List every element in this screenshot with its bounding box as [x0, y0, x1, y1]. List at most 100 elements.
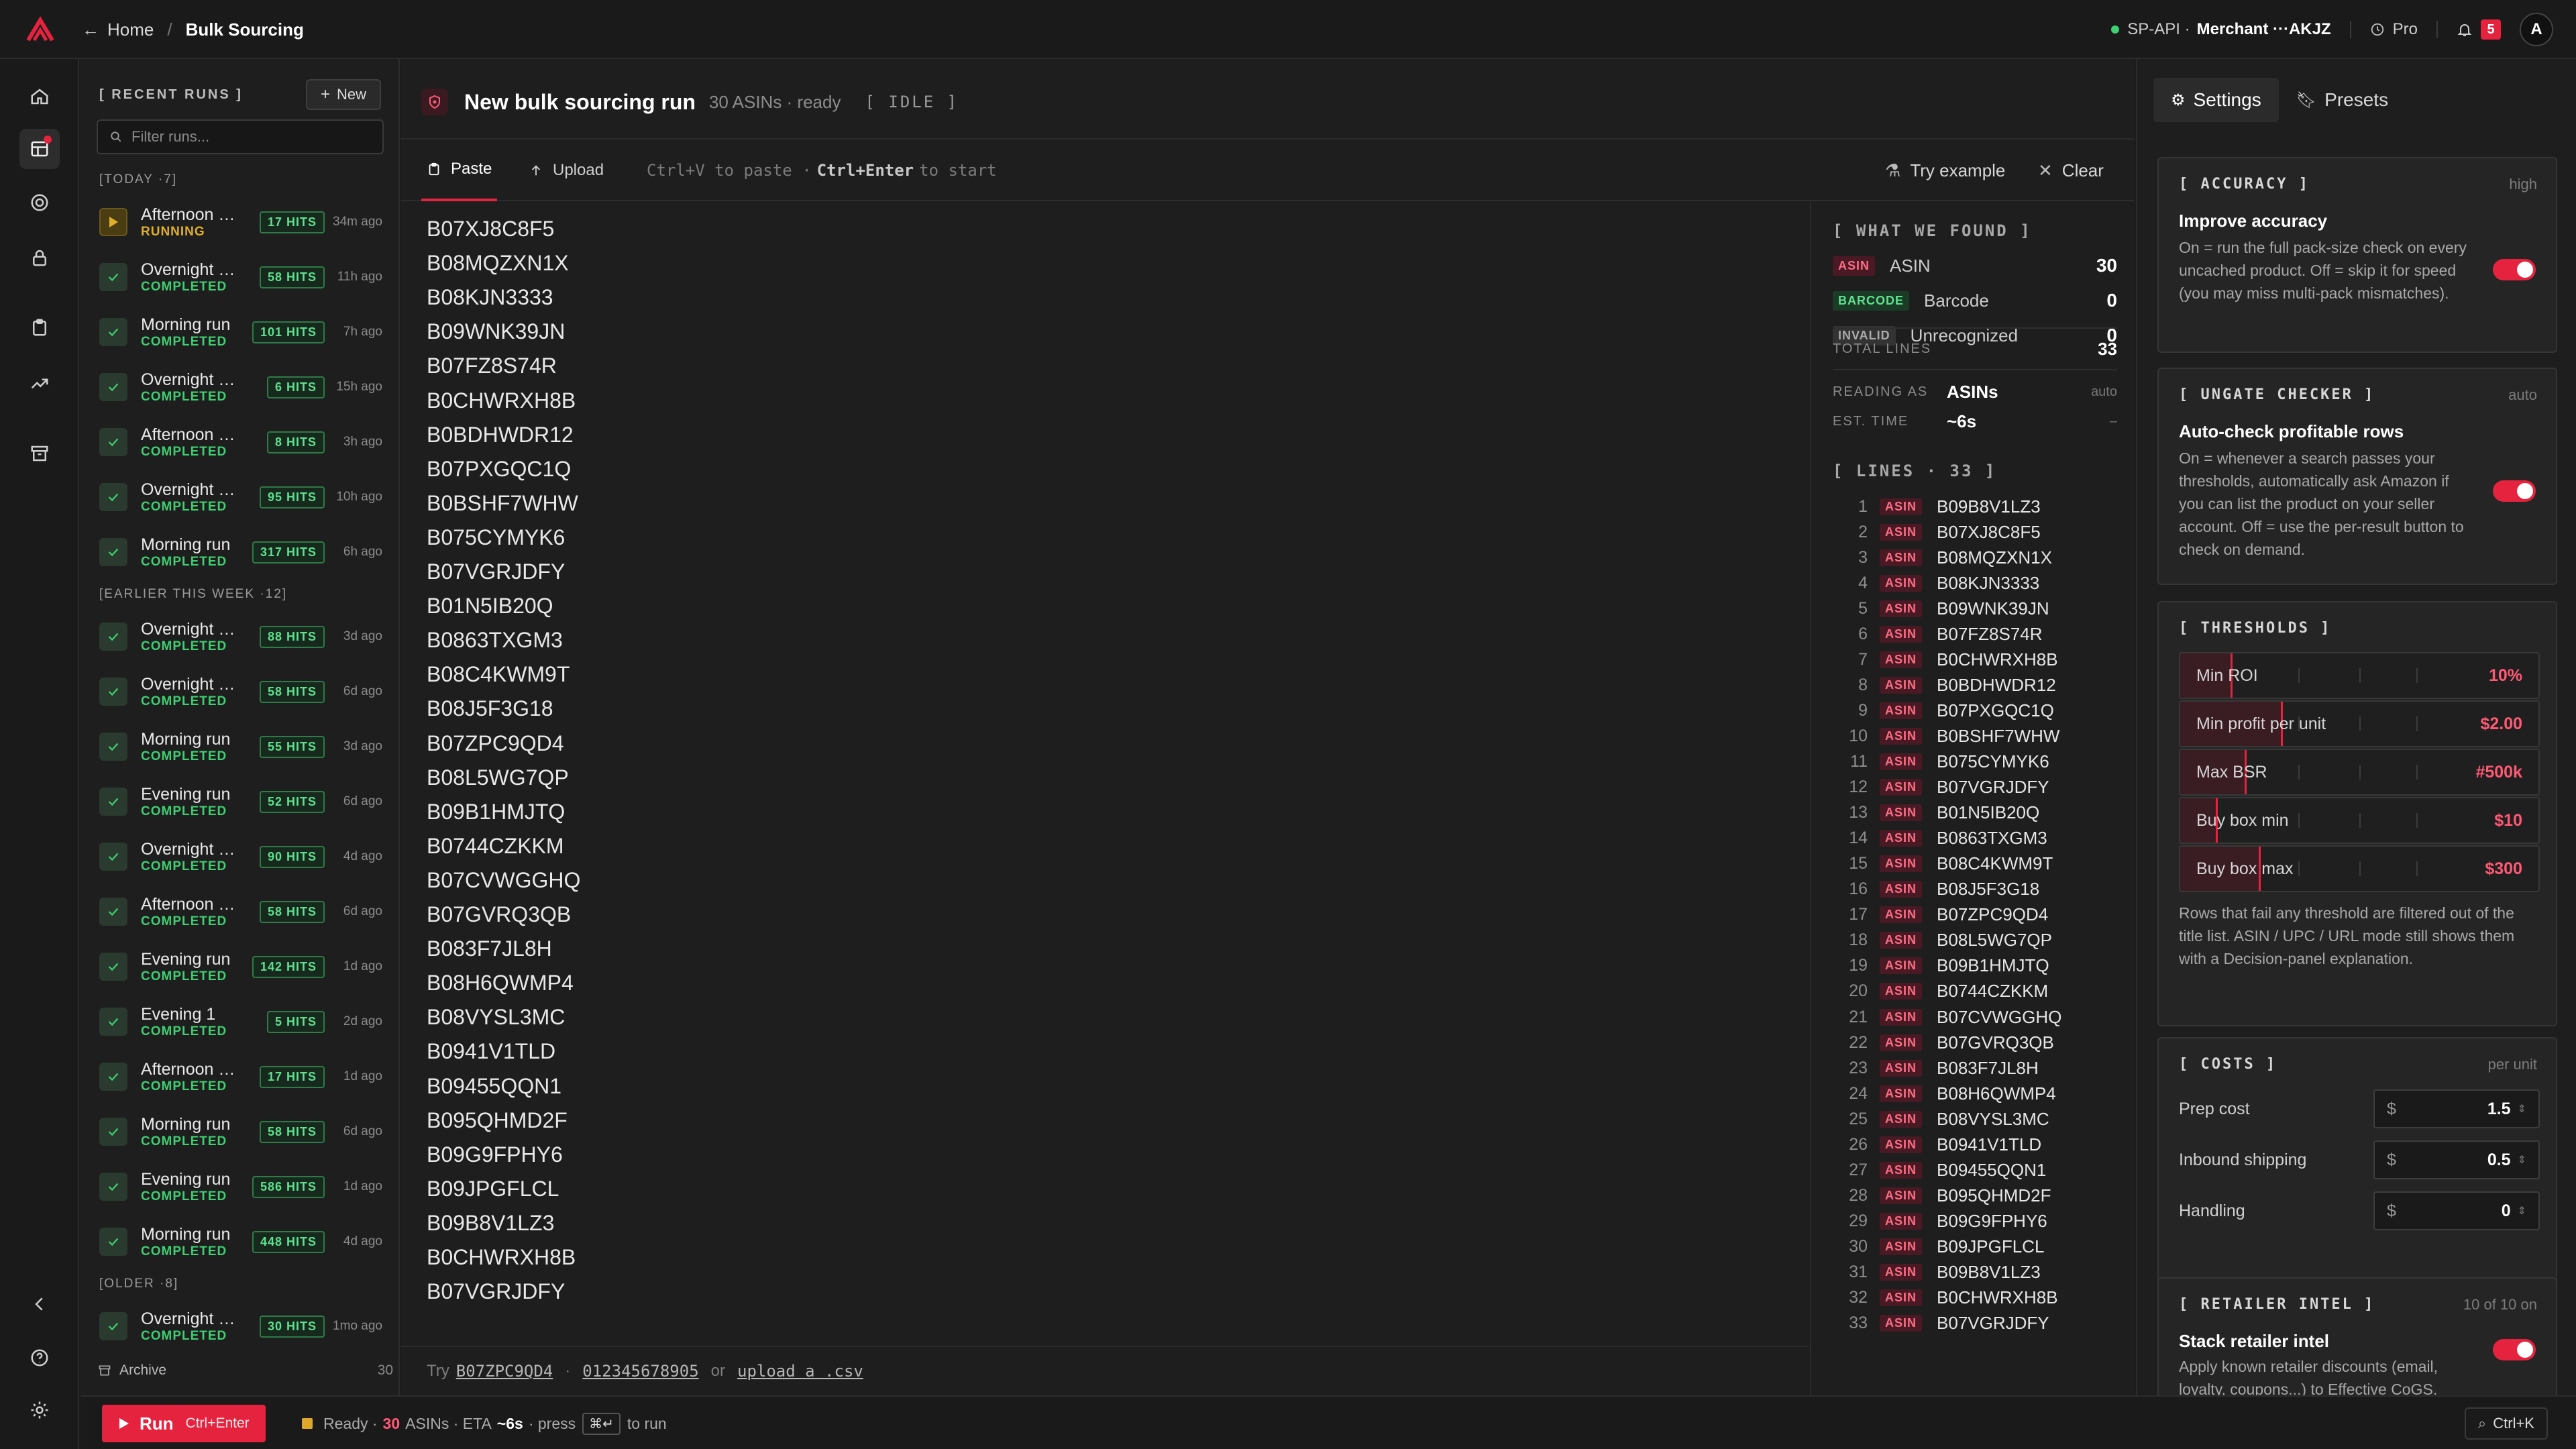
run-list-item[interactable]: Afternoon run RUNNING 17 HITS 34m ago: [97, 195, 385, 250]
reading-as-label: READING AS: [1833, 384, 1929, 399]
cost-row: Handling $0 ⇕: [2179, 1191, 2540, 1230]
threshold-slider[interactable]: Min profit per unit $2.00: [2179, 700, 2540, 747]
nav-home[interactable]: [19, 76, 60, 117]
run-list-item[interactable]: Afternoon run COMPLETED 8 HITS 3h ago: [97, 415, 385, 470]
tab-upload[interactable]: Upload: [529, 140, 604, 201]
pasted-line: B08MQZXN1X: [427, 251, 569, 276]
retailer-toggle[interactable]: [2493, 1339, 2536, 1360]
run-state: COMPLETED: [141, 1079, 227, 1093]
run-list-item[interactable]: Overnight run COMPLETED 95 HITS 10h ago: [97, 470, 385, 525]
accuracy-header: [ ACCURACY ]: [2179, 176, 2310, 193]
filter-runs-input[interactable]: [131, 128, 373, 146]
run-list-item[interactable]: Overnight run COMPLETED 6 HITS 15h ago: [97, 360, 385, 415]
line-number: 9: [1858, 700, 1868, 720]
run-list-item[interactable]: Overnight run COMPLETED 88 HITS 3d ago: [97, 609, 385, 664]
collapse-sidebar-button[interactable]: [19, 1284, 60, 1324]
line-number: 29: [1849, 1211, 1868, 1230]
stepper-icon[interactable]: ⇕: [2518, 1153, 2526, 1167]
notifications-button[interactable]: 5: [2457, 19, 2501, 40]
pasted-line: B07PXGQC1Q: [427, 456, 572, 481]
paste-textarea[interactable]: B07XJ8C8F5 B08MQZXN1X B08KJN3333 B09WNK39JN…: [401, 203, 1809, 1346]
run-list-item[interactable]: Morning run COMPLETED 448 HITS 4d ago: [97, 1214, 385, 1269]
run-list-item[interactable]: Morning run COMPLETED 55 HITS 3d ago: [97, 719, 385, 774]
tab-presets[interactable]: 🔖︎ Presets: [2279, 78, 2406, 122]
top-right-status: SP-API · Merchant ···AKJZ Pro 5 A: [2111, 12, 2553, 47]
line-number: 31: [1849, 1263, 1868, 1281]
tab-settings[interactable]: ⚙ Settings: [2153, 78, 2279, 122]
threshold-slider[interactable]: Buy box max $300: [2179, 845, 2540, 892]
nav-bulk-sourcing[interactable]: [19, 129, 60, 169]
clear-button[interactable]: ✕ Clear: [2038, 140, 2104, 201]
run-list-item[interactable]: Evening run COMPLETED 142 HITS 1d ago: [97, 939, 385, 994]
run-state: COMPLETED: [141, 1134, 227, 1148]
check-icon: [99, 623, 127, 651]
pasted-line: B07XJ8C8F5: [427, 217, 555, 241]
breadcrumb-home-link[interactable]: ← Home: [82, 19, 154, 40]
run-list-item[interactable]: Afternoon run COMPLETED 17 HITS 1d ago: [97, 1049, 385, 1104]
nav-clipboard[interactable]: [19, 307, 60, 347]
cost-input[interactable]: $0.5 ⇕: [2373, 1140, 2540, 1179]
cost-input[interactable]: $0 ⇕: [2373, 1191, 2540, 1230]
retailer-header: [ RETAILER INTEL ]: [2179, 1296, 2375, 1313]
run-button[interactable]: Run Ctrl+Enter: [102, 1405, 266, 1442]
plan-indicator[interactable]: Pro: [2370, 20, 2418, 39]
merchant-id[interactable]: Merchant ···AKJZ: [2197, 20, 2331, 39]
type-tag: ASIN: [1880, 523, 1923, 541]
run-list-item[interactable]: Overnight run COMPLETED 58 HITS 6d ago: [97, 664, 385, 719]
stepper-icon[interactable]: ⇕: [2518, 1204, 2526, 1218]
line-asin: B09B8V1LZ3: [1937, 496, 2041, 517]
nav-trends[interactable]: [19, 364, 60, 404]
tab-presets-label: Presets: [2324, 89, 2389, 110]
type-tag: ASIN: [1880, 1212, 1923, 1230]
run-list-item[interactable]: Morning run COMPLETED 58 HITS 6d ago: [97, 1104, 385, 1159]
run-list-item[interactable]: Morning run COMPLETED 101 HITS 7h ago: [97, 305, 385, 360]
line-asin: B08J5F3G18: [1937, 879, 2040, 900]
found-row: BARCODE Barcode 0: [1833, 287, 2117, 314]
type-tag: ASIN: [1880, 651, 1923, 668]
example-barcode-link[interactable]: 012345678905: [582, 1362, 698, 1381]
user-avatar[interactable]: A: [2520, 13, 2553, 46]
run-list-item[interactable]: Afternoon run COMPLETED 58 HITS 6d ago: [97, 884, 385, 939]
run-list-item[interactable]: Overnight run COMPLETED 90 HITS 4d ago: [97, 829, 385, 884]
run-list-item[interactable]: Overnight run COMPLETED 58 HITS 11h ago: [97, 250, 385, 305]
cost-input[interactable]: $1.5 ⇕: [2373, 1089, 2540, 1128]
threshold-value: $10: [2494, 810, 2522, 830]
run-text: Morning run COMPLETED: [141, 315, 240, 350]
line-row: 17 ASIN B07ZPC9QD4: [1833, 902, 2117, 928]
run-list-item[interactable]: Evening run COMPLETED 52 HITS 6d ago: [97, 774, 385, 829]
main-panel: New bulk sourcing run 30 ASINs · ready […: [401, 59, 2135, 1395]
run-list-item[interactable]: Overnight run COMPLETED 30 HITS 1mo ago: [97, 1299, 385, 1354]
run-list-item[interactable]: Evening run COMPLETED 586 HITS 1d ago: [97, 1159, 385, 1214]
hint-suffix: to start: [919, 161, 997, 180]
nav-lock[interactable]: [19, 237, 60, 278]
run-list-item[interactable]: Evening 1 COMPLETED 5 HITS 2d ago: [97, 994, 385, 1049]
try-example-button[interactable]: ⚗ Try example: [1885, 140, 2005, 201]
run-name: Overnight run: [141, 619, 240, 639]
new-run-button[interactable]: + New: [305, 79, 381, 110]
threshold-slider[interactable]: Buy box min $10: [2179, 797, 2540, 844]
pasted-line: B01N5IB20Q: [427, 594, 553, 619]
threshold-slider[interactable]: Min ROI 10%: [2179, 652, 2540, 699]
run-list-item[interactable]: Morning run COMPLETED 317 HITS 6h ago: [97, 525, 385, 580]
run-timestamp: 7h ago: [343, 325, 382, 339]
command-search-button[interactable]: ⌕ Ctrl+K: [2464, 1407, 2548, 1440]
threshold-label: Min profit per unit: [2196, 714, 2326, 733]
run-state: COMPLETED: [141, 859, 227, 873]
line-asin: B0941V1TLD: [1937, 1134, 2042, 1155]
threshold-slider[interactable]: Max BSR #500k: [2179, 749, 2540, 796]
archive-link[interactable]: Archive 30: [98, 1359, 393, 1382]
tab-paste[interactable]: Paste: [421, 140, 498, 201]
upload-csv-link[interactable]: upload a .csv: [737, 1362, 863, 1381]
nav-archive[interactable]: [19, 433, 60, 474]
line-row: 5 ASIN B09WNK39JN: [1833, 596, 2117, 621]
type-tag: ASIN: [1880, 498, 1923, 515]
app-logo-icon[interactable]: [25, 16, 55, 43]
example-asin-link[interactable]: B07ZPC9QD4: [456, 1362, 553, 1381]
stepper-icon[interactable]: ⇕: [2518, 1102, 2526, 1116]
ungate-toggle[interactable]: [2493, 480, 2536, 502]
help-button[interactable]: [19, 1338, 60, 1378]
found-count: 0: [2106, 290, 2117, 311]
nav-target[interactable]: [19, 182, 60, 223]
settings-nav-button[interactable]: [19, 1390, 60, 1430]
accuracy-toggle[interactable]: [2493, 259, 2536, 280]
